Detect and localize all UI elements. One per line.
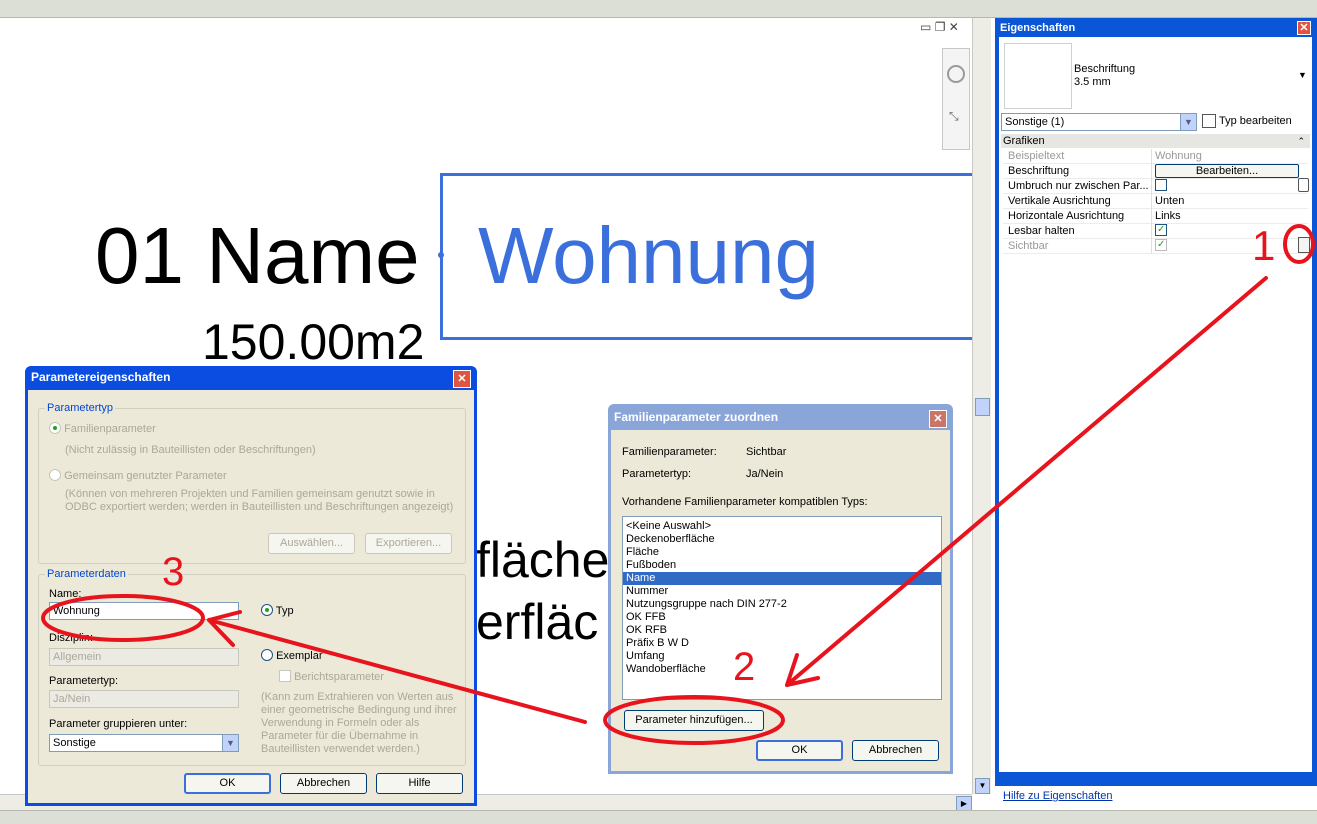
annotation-ellipse-2 [603, 695, 785, 745]
annotation-arrow-2 [207, 610, 587, 724]
annotation-arrow-1 [785, 276, 1268, 687]
annotation-number-1: 1 [1252, 222, 1275, 269]
annotation-ellipse-3 [41, 594, 205, 642]
annotation-overlay: 1 2 3 [41, 222, 1315, 745]
annotation-number-2: 2 [733, 645, 755, 689]
annotation-circle-1 [1283, 224, 1315, 264]
annotation-number-3: 3 [162, 550, 184, 594]
